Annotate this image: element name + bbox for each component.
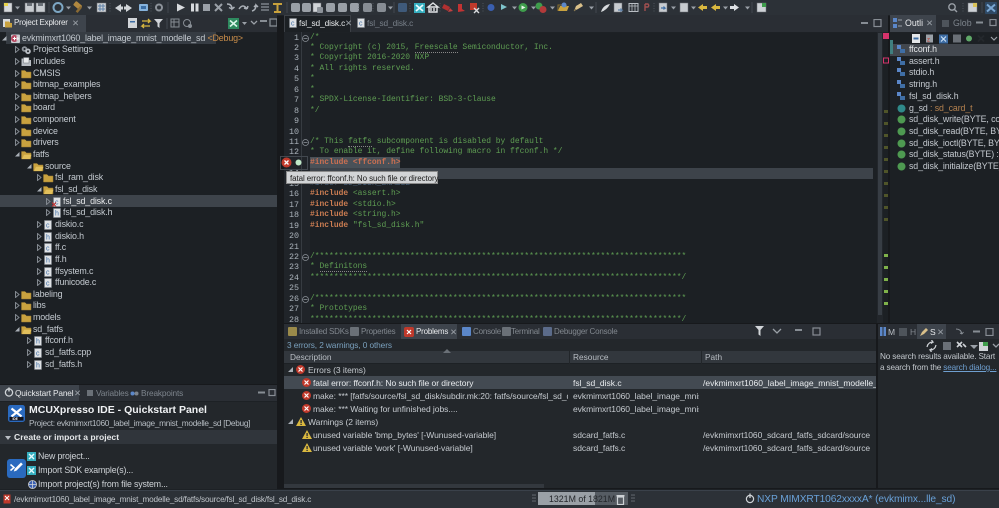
svg-text:c: c bbox=[36, 351, 40, 358]
svg-text:h: h bbox=[55, 211, 59, 218]
svg-text:c: c bbox=[46, 222, 50, 229]
svg-text:c: c bbox=[46, 246, 50, 253]
svg-text:c: c bbox=[359, 21, 363, 28]
svg-text:h: h bbox=[36, 339, 40, 346]
svg-text:h: h bbox=[46, 234, 50, 241]
svg-text:h: h bbox=[36, 362, 40, 369]
svg-text:c: c bbox=[46, 269, 50, 276]
svg-text:h: h bbox=[46, 257, 50, 264]
svg-text:c: c bbox=[291, 21, 295, 28]
svg-text:IDE: IDE bbox=[13, 417, 18, 421]
svg-text:c: c bbox=[46, 281, 50, 288]
